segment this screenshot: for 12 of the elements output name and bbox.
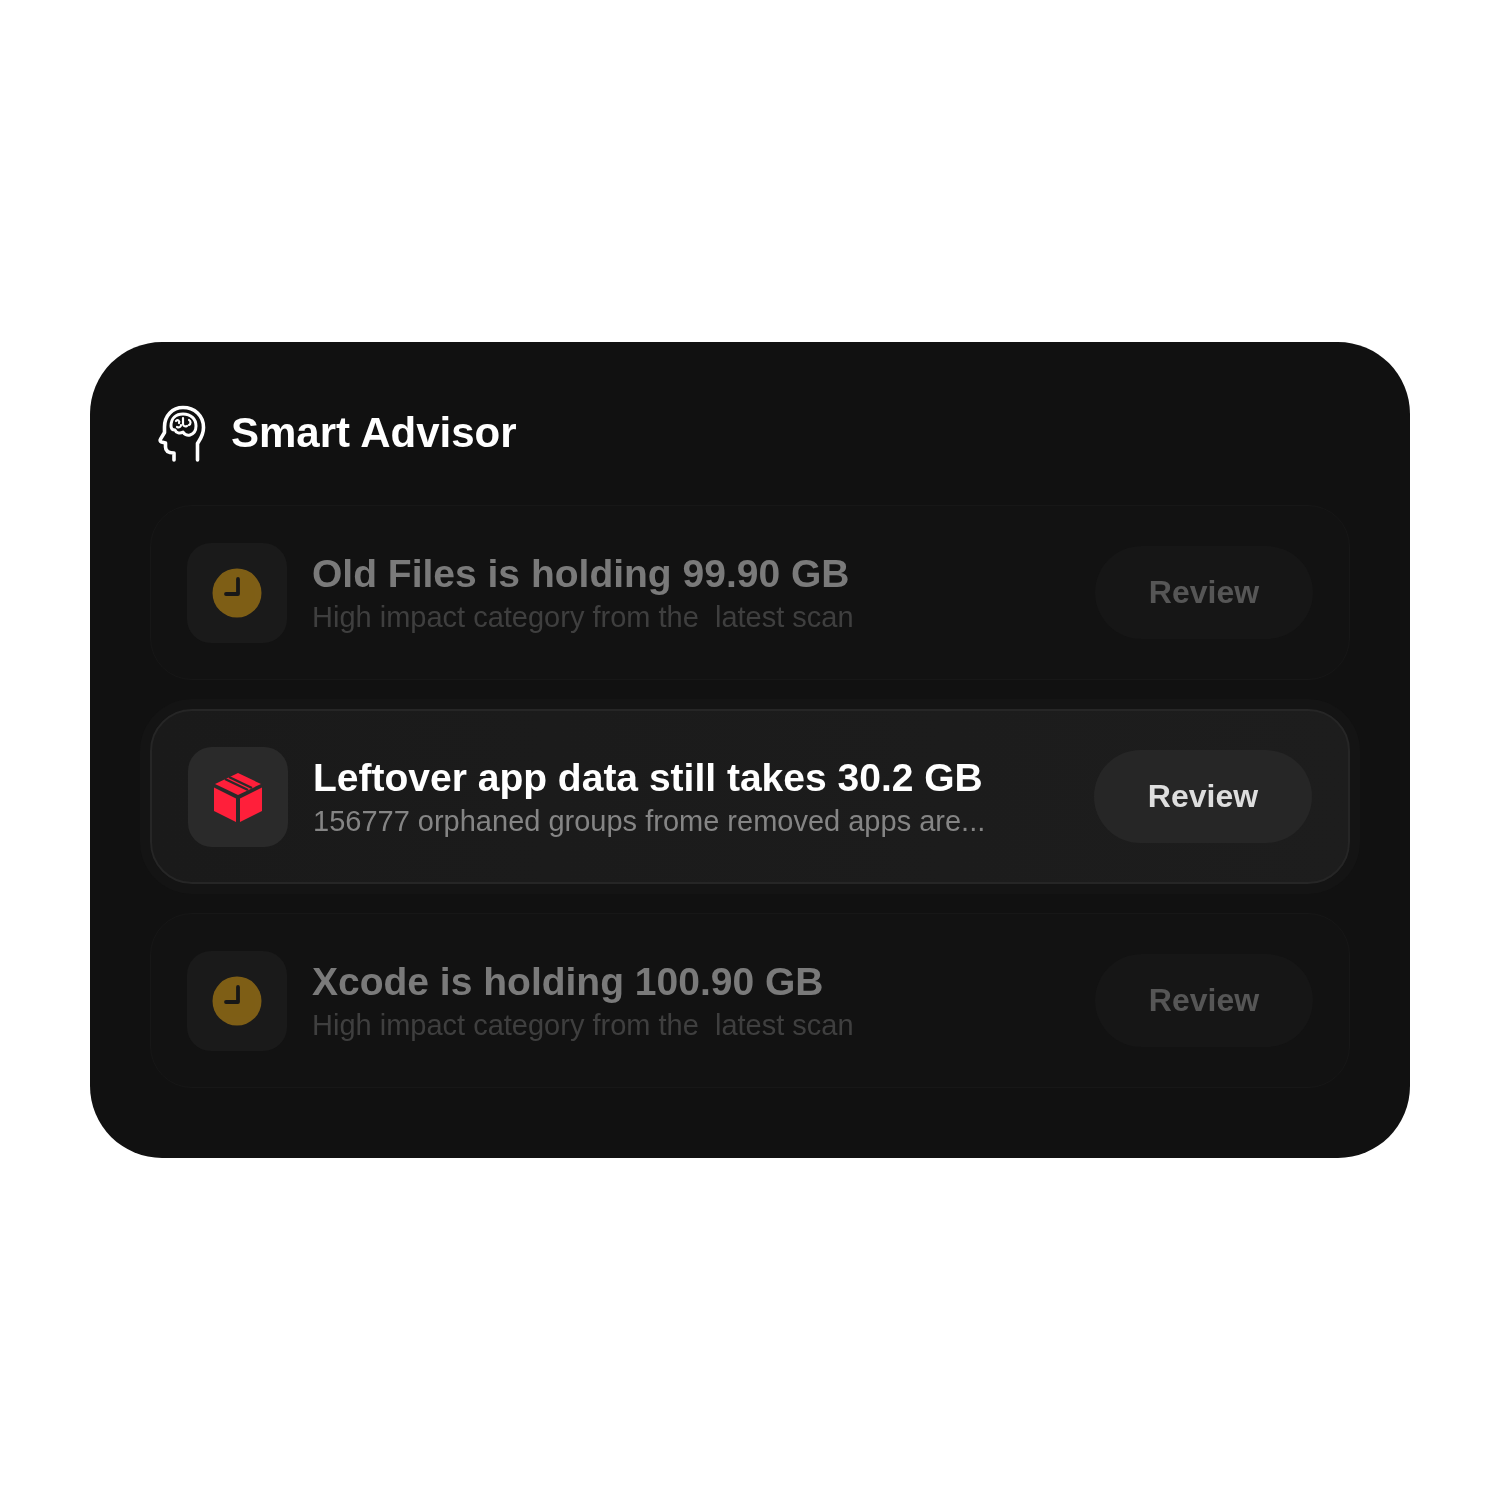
advice-title: Xcode is holding 100.90 GB [312, 958, 825, 1005]
advice-description: 156777 orphaned groups frome removed apps are... [313, 803, 987, 839]
clock-icon [187, 542, 287, 643]
advice-title: Old Files is holding 99.90 GB [312, 550, 851, 597]
box-icon [188, 746, 288, 847]
clock-icon [187, 950, 287, 1051]
review-button[interactable]: Review [1094, 750, 1312, 843]
head-brain-icon [157, 404, 207, 462]
panel-title: Smart Advisor [231, 408, 517, 458]
review-button[interactable]: Review [1095, 546, 1313, 639]
review-button[interactable]: Review [1095, 954, 1313, 1047]
advice-title: Leftover app data still takes 30.2 GB [313, 754, 984, 801]
